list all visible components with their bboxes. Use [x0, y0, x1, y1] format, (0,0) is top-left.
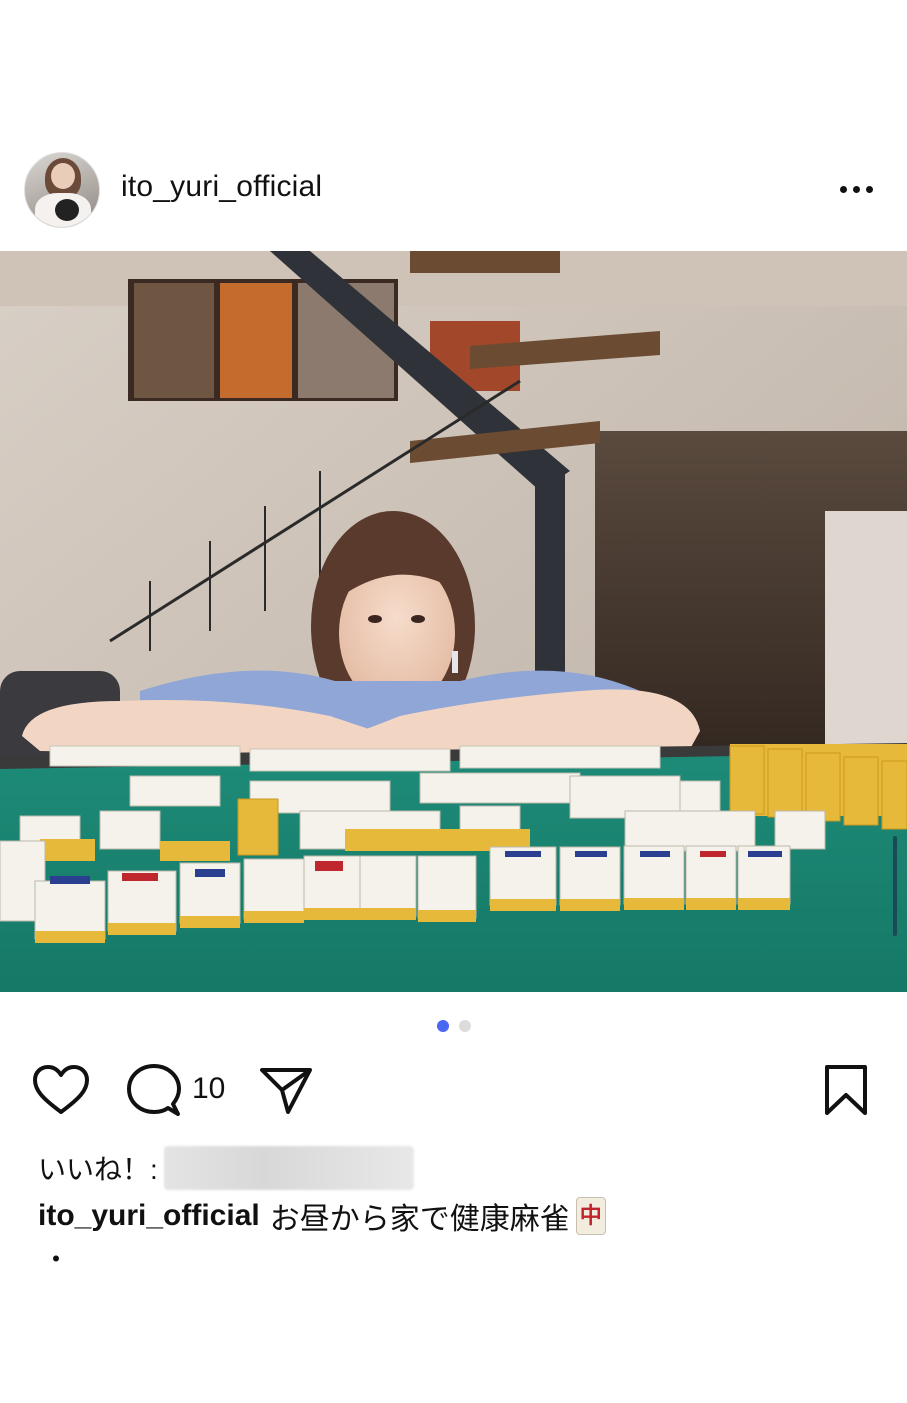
post-header: ito_yuri_official [0, 150, 907, 230]
comment-count: 10 [192, 1072, 226, 1105]
bookmark-icon[interactable] [822, 1064, 870, 1121]
post-caption: ito_yuri_official お昼から家で健康麻雀 中 [38, 1194, 606, 1238]
likes-blurred-names[interactable] [163, 1146, 414, 1190]
post-username[interactable]: ito_yuri_official [121, 170, 322, 204]
carousel-dot-active[interactable] [436, 1020, 449, 1032]
carousel-indicator [0, 1020, 907, 1034]
avatar-dog [55, 199, 79, 221]
more-options-icon[interactable] [830, 174, 882, 204]
mahjong-tile-emoji: 中 [575, 1197, 606, 1235]
comment-icon[interactable] [126, 1063, 182, 1124]
heart-icon[interactable] [32, 1064, 90, 1121]
more-dot [852, 185, 860, 193]
avatar-face [51, 163, 75, 189]
likes-label: いいね！: [38, 1154, 158, 1185]
caption-username[interactable]: ito_yuri_official [38, 1199, 260, 1233]
carousel-dot[interactable] [458, 1020, 471, 1032]
post-photo[interactable] [0, 251, 907, 992]
post-actions: 10 [0, 1060, 907, 1120]
more-dot [865, 185, 873, 193]
send-icon[interactable] [258, 1064, 314, 1121]
profile-avatar[interactable] [24, 152, 100, 228]
likes-row: いいね！: [38, 1146, 414, 1190]
more-dot [839, 185, 847, 193]
caption-continuation: ・ [42, 1244, 71, 1275]
photo-scene [0, 251, 907, 992]
caption-text: お昼から家で健康麻雀 [269, 1203, 570, 1236]
